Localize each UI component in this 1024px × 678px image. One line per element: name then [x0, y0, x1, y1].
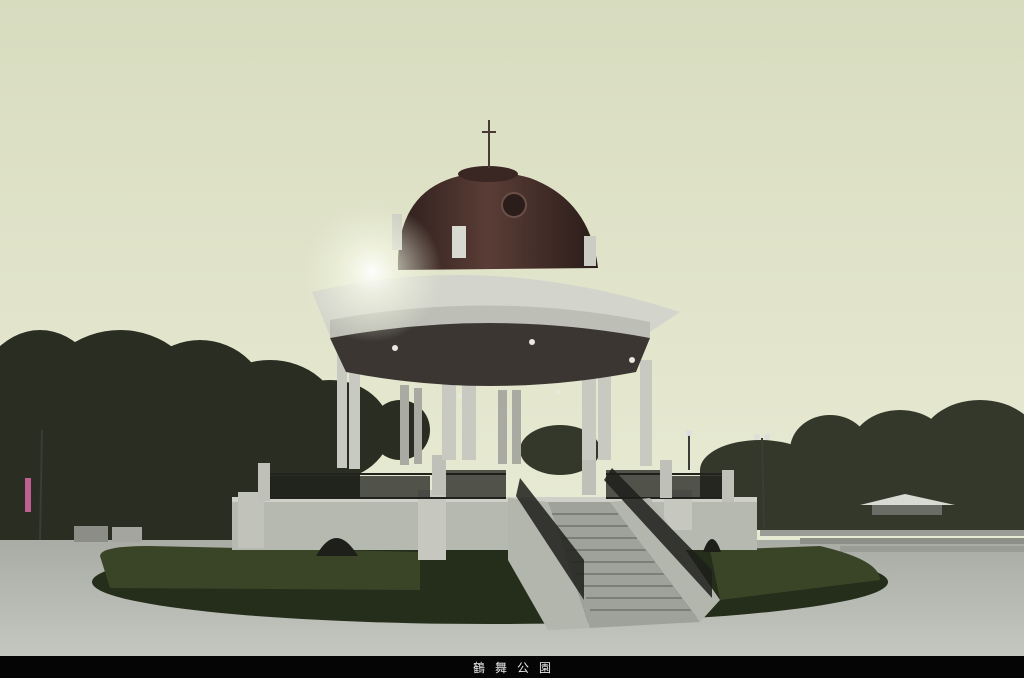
- lamp-head: [764, 434, 770, 440]
- railing-fill: [270, 476, 430, 498]
- lamp-head: [686, 430, 692, 436]
- railing-fill: [446, 470, 506, 498]
- caption-bar: 鶴舞公園: [0, 656, 1024, 678]
- banner-flag: [25, 478, 31, 512]
- photo-canvas: [0, 0, 1024, 656]
- caption-text: 鶴舞公園: [472, 660, 561, 675]
- sun-glare: [302, 202, 442, 342]
- hedge-ring: [92, 540, 888, 624]
- shed: [74, 526, 108, 542]
- shed: [112, 527, 142, 542]
- lamp-head: [754, 434, 760, 440]
- railing-fill: [672, 476, 722, 498]
- park-photo: [0, 0, 1024, 656]
